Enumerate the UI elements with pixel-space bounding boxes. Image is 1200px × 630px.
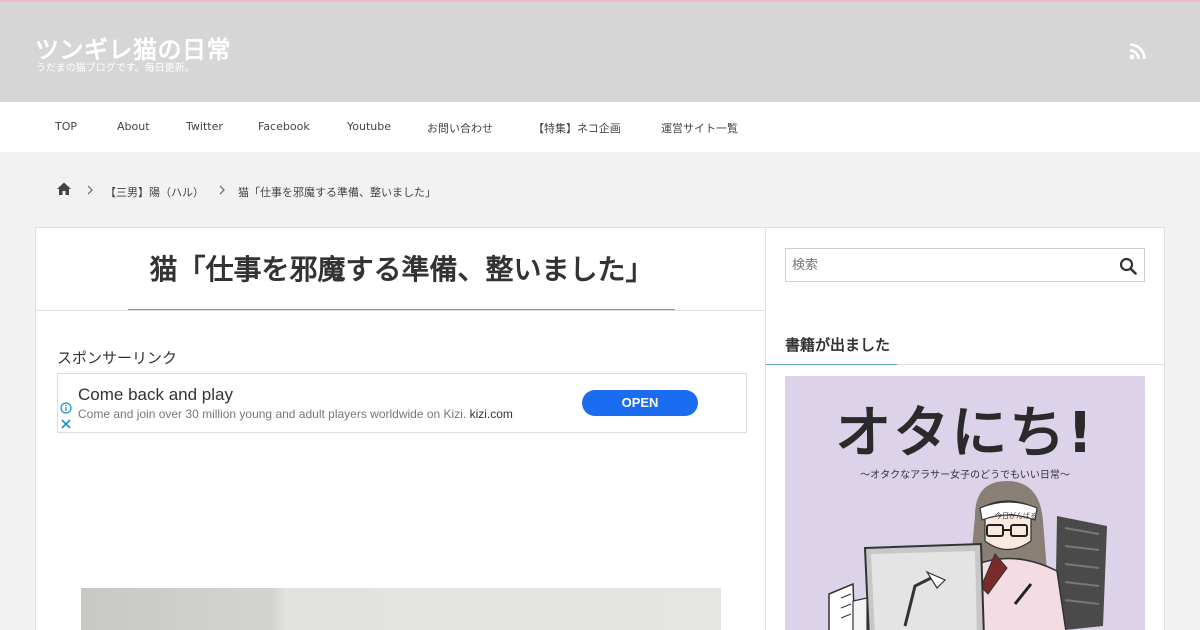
site-description: うだまの猫ブログです。毎日更新。: [36, 63, 195, 74]
widget-divider: [897, 364, 1165, 365]
nav-item-feature[interactable]: 【特集】ネコ企画: [533, 120, 621, 136]
ad-title[interactable]: Come back and play: [78, 385, 233, 405]
global-nav: TOP About Twitter Facebook Youtube お問い合わ…: [0, 102, 1200, 152]
nav-item-facebook[interactable]: Facebook: [258, 120, 310, 133]
rss-icon[interactable]: [1129, 42, 1147, 60]
search-icon[interactable]: [1119, 257, 1137, 275]
widget-underline: [766, 364, 897, 365]
nav-item-twitter[interactable]: Twitter: [186, 120, 223, 133]
info-icon[interactable]: [60, 402, 72, 414]
title-divider: [36, 310, 767, 311]
book-cover[interactable]: オタにち! 〜オタクなアラサー女子のどうでもいい日常〜 今日がんばる: [785, 376, 1145, 630]
sponsor-label: スポンサーリンク: [57, 349, 178, 367]
ad-domain[interactable]: kizi.com: [470, 407, 513, 421]
home-icon[interactable]: [56, 181, 72, 197]
ad-body-text: Come and join over 30 million young and …: [78, 407, 467, 421]
search-input[interactable]: [786, 249, 1106, 281]
post-image: [81, 588, 721, 630]
nav-item-top[interactable]: TOP: [55, 120, 77, 133]
nav-item-sites[interactable]: 運営サイト一覧: [661, 120, 738, 136]
site-header: ツンギレ猫の日常 うだまの猫ブログです。毎日更新。: [0, 2, 1200, 102]
main-content: 猫「仕事を邪魔する準備、整いました」 スポンサーリンク Come back an…: [35, 227, 767, 630]
close-icon[interactable]: [60, 418, 72, 430]
breadcrumb-current: 猫「仕事を邪魔する準備、整いました」: [238, 186, 436, 199]
search-box: [785, 248, 1145, 282]
chevron-right-icon: [219, 185, 225, 195]
chevron-right-icon: [87, 185, 93, 195]
headband-text: 今日がんばる: [995, 511, 1037, 520]
ad-banner[interactable]: Come back and play Come and join over 30…: [57, 373, 747, 433]
book-title: オタにち!: [835, 401, 1095, 466]
ad-open-button[interactable]: OPEN: [582, 390, 698, 416]
ad-body: Come and join over 30 million young and …: [78, 407, 513, 421]
sidebar: 書籍が出ました オタにち! 〜オタクなアラサー女子のどうでもいい日常〜 今日がん…: [766, 227, 1165, 630]
nav-item-about[interactable]: About: [117, 120, 150, 133]
nav-item-contact[interactable]: お問い合わせ: [427, 120, 493, 136]
breadcrumb-category[interactable]: 【三男】陽（ハル）: [105, 184, 204, 200]
nav-item-youtube[interactable]: Youtube: [347, 120, 391, 133]
widget-title: 書籍が出ました: [785, 336, 891, 354]
book-illustration: 今日がんばる: [828, 481, 1107, 630]
post-title: 猫「仕事を邪魔する準備、整いました」: [149, 253, 654, 286]
